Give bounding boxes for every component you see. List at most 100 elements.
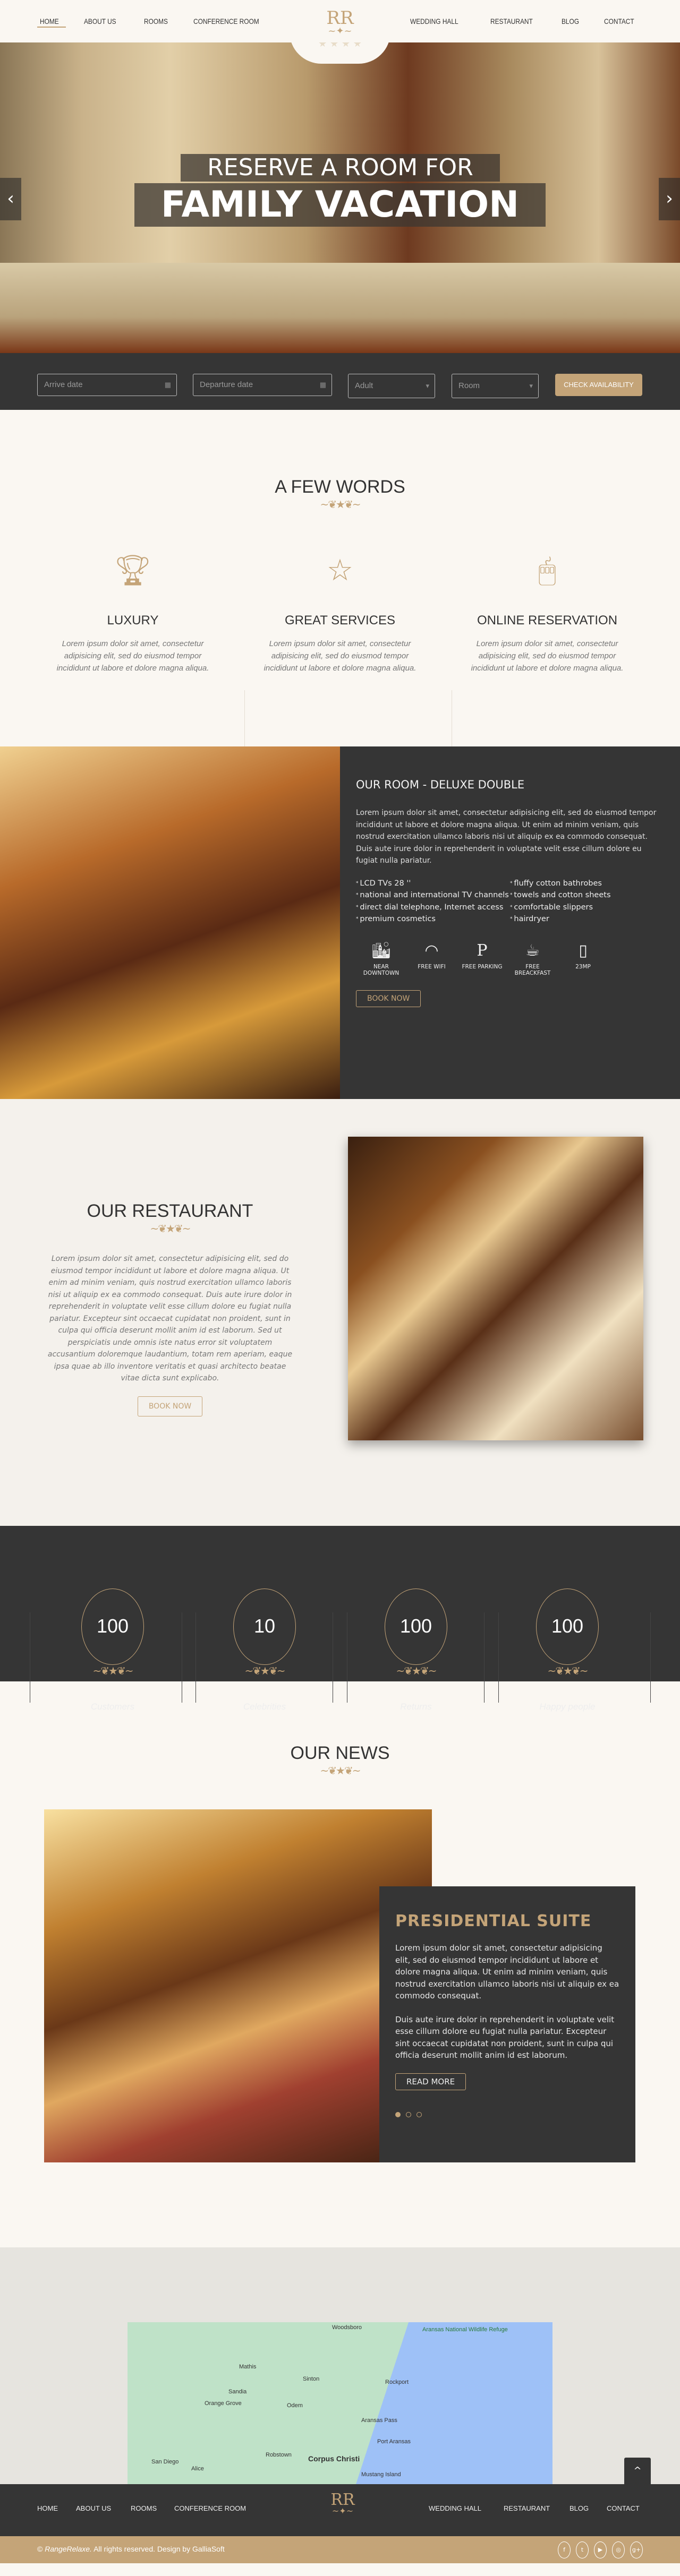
check-availability-button[interactable]: CHECK AVAILABILITY: [555, 374, 642, 396]
map-label: Sandia: [228, 2388, 247, 2395]
room-size-icon: ▯: [579, 941, 588, 960]
restaurant-description: Lorem ipsum dolor sit amet, consectetur …: [47, 1255, 293, 1383]
chevron-up-icon[interactable]: ^: [624, 2458, 651, 2484]
footer-nav-contact[interactable]: CONTACT: [607, 2504, 640, 2512]
parking-icon: P: [477, 941, 488, 960]
facebook-icon[interactable]: f: [558, 2541, 571, 2558]
star-icon: ☆: [326, 553, 354, 588]
slider-dot[interactable]: [395, 2111, 401, 2117]
ornament-icon: ~❦★❦~: [92, 1664, 134, 1677]
copyright-text: © RangeRelaxe. All rights reserved. Desi…: [37, 2545, 225, 2553]
book-now-button[interactable]: BOOK NOW: [356, 990, 421, 1007]
room-title: OUR ROOM - DELUXE DOUBLE: [356, 778, 525, 791]
ornament-icon: ~❦★❦~: [320, 498, 361, 511]
mouse-icon: 🖱︎: [538, 553, 556, 588]
wifi-icon: ◠: [424, 941, 439, 960]
amenity-item: hairdryer: [510, 913, 664, 925]
coffee-cup-icon: ☕︎: [525, 941, 540, 960]
google-plus-icon[interactable]: g+: [630, 2541, 643, 2558]
departure-placeholder: Departure date: [200, 380, 253, 389]
footer-nav-restaurant[interactable]: RESTAURANT: [504, 2504, 550, 2512]
news-paragraph: Duis aute irure dolor in reprehenderit i…: [395, 2014, 615, 2060]
chevron-left-icon[interactable]: ‹: [0, 178, 21, 220]
nav-conference-room[interactable]: CONFERENCE ROOM: [193, 17, 259, 25]
footer-nav-rooms[interactable]: ROOMS: [131, 2504, 157, 2512]
feature-online-reservation: 🖱︎ ONLINE RESERVATION Lorem ipsum dolor …: [444, 544, 651, 674]
few-words-title: A FEW WORDS: [275, 477, 405, 497]
map-label: Aransas National Wildlife Refuge: [422, 2326, 508, 2333]
room-feature: P FREE PARKING: [457, 941, 507, 976]
nav-contact[interactable]: CONTACT: [604, 17, 634, 25]
footer-nav-home[interactable]: HOME: [37, 2504, 58, 2512]
read-more-button[interactable]: READ MORE: [395, 2073, 466, 2090]
map-sea: [356, 2322, 552, 2484]
footer-nav-about-us[interactable]: ABOUT US: [76, 2504, 111, 2512]
nav-home[interactable]: HOME: [40, 17, 59, 25]
feature-title: GREAT SERVICES: [284, 613, 396, 628]
hero-line1: RESERVE A ROOM FOR: [181, 154, 500, 182]
nav-about-us[interactable]: ABOUT US: [84, 17, 116, 25]
hero-image: [0, 263, 680, 353]
footer-nav-blog[interactable]: BLOG: [570, 2504, 589, 2512]
restaurant-book-now-button[interactable]: BOOK NOW: [137, 1396, 203, 1416]
adult-select[interactable]: Adult ▾: [348, 374, 435, 398]
ornament-icon: ~❦★❦~: [150, 1222, 191, 1235]
rights-text: All rights reserved. Design by GalliaSof…: [94, 2545, 225, 2553]
feature-text: Lorem ipsum dolor sit amet, consectetur …: [471, 639, 624, 673]
map-label: Corpus Christi: [308, 2454, 360, 2463]
map[interactable]: Woodsboro Mathis Sinton Rockport Sandia Orang…: [128, 2322, 552, 2484]
news-card: PRESIDENTIAL SUITE Lorem ipsum dolor sit…: [379, 1886, 635, 2162]
instagram-icon[interactable]: ◎: [612, 2541, 625, 2558]
amenity-item: comfortable slippers: [510, 901, 664, 914]
amenity-item: fluffy cotton bathrobes: [510, 878, 664, 890]
room-feature: ▯ 23MP: [558, 941, 608, 976]
restaurant-text: Lorem ipsum dolor sit amet, consectetur …: [45, 1253, 295, 1416]
amenity-item: towels and cotton sheets: [510, 889, 664, 901]
room-feature-label: 23MP: [575, 963, 591, 970]
nav-wedding-hall[interactable]: WEDDING HALL: [410, 17, 458, 25]
city-icon: 🏙︎: [371, 941, 392, 960]
logo[interactable]: RR ~✦~: [303, 7, 377, 37]
adult-value: Adult: [355, 381, 373, 390]
dropdown-arrow-icon: ▾: [426, 382, 429, 390]
footer-nav: HOME ABOUT US ROOMS CONFERENCE ROOM RR ~✦…: [0, 2484, 680, 2536]
room-feature-label: NEAR DOWNTOWN: [363, 963, 400, 976]
arrive-date-input[interactable]: Arrive date ▦: [37, 374, 177, 396]
restaurant-image: [348, 1137, 643, 1440]
room-select[interactable]: Room ▾: [452, 374, 539, 398]
news-card-title: PRESIDENTIAL SUITE: [395, 1912, 592, 1930]
map-label: Port Aransas: [377, 2438, 411, 2445]
map-label: Orange Grove: [205, 2400, 242, 2407]
nav-rooms[interactable]: ROOMS: [144, 17, 168, 25]
ornament-icon: ~❦★❦~: [320, 1764, 361, 1777]
map-label: Alice: [191, 2466, 204, 2472]
footer-logo[interactable]: RR ~✦~: [308, 2491, 377, 2516]
slider-dot[interactable]: [416, 2111, 422, 2117]
youtube-icon[interactable]: ▶: [594, 2541, 607, 2558]
dropdown-arrow-icon: ▾: [529, 382, 533, 390]
ornament-icon: ~❦★❦~: [244, 1664, 286, 1677]
twitter-icon[interactable]: t: [576, 2541, 589, 2558]
room-features: 🏙︎ NEAR DOWNTOWN ◠ FREE WIFI P FREE PARKING ☕︎…: [356, 941, 664, 976]
room-image: [0, 746, 340, 1099]
map-label: Robstown: [266, 2452, 292, 2459]
copyright-symbol: ©: [37, 2545, 43, 2553]
brand-name: RangeRelaxe.: [45, 2545, 92, 2553]
chevron-right-icon[interactable]: ›: [659, 178, 680, 220]
room-feature-label: FREE PARKING: [462, 963, 503, 970]
room-description: Lorem ipsum dolor sit amet, consectetur …: [356, 809, 657, 865]
nav-restaurant[interactable]: RESTAURANT: [490, 17, 533, 25]
feature-title: ONLINE RESERVATION: [477, 613, 618, 628]
map-label: Mathis: [239, 2364, 257, 2370]
amenities-list: LCD TVs 28 ''national and international …: [356, 878, 664, 925]
slider-dot[interactable]: [406, 2111, 411, 2117]
footer-nav-conference-room[interactable]: CONFERENCE ROOM: [174, 2504, 246, 2512]
map-label: Odem: [287, 2402, 303, 2409]
hero-line2: FAMILY VACATION: [134, 183, 546, 227]
departure-date-input[interactable]: Departure date ▦: [193, 374, 332, 396]
room-feature: ☕︎ FREE BREACKFAST: [507, 941, 558, 976]
nav-blog[interactable]: BLOG: [562, 17, 579, 25]
news-title: OUR NEWS: [290, 1743, 390, 1763]
stat-label: Returns: [400, 1702, 432, 1712]
footer-nav-wedding-hall[interactable]: WEDDING HALL: [429, 2504, 481, 2512]
